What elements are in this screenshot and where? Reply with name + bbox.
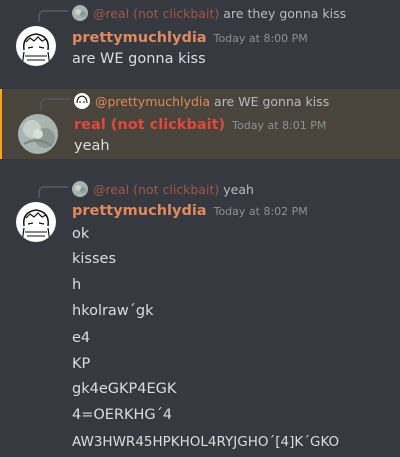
message-1: @real (not clickbait) are they gonna kis… bbox=[0, 0, 400, 80]
message-text: h bbox=[72, 277, 82, 293]
message-header: real (not clickbait) Today at 8:01 PM bbox=[74, 117, 326, 137]
reply-text[interactable]: are WE gonna kiss bbox=[214, 94, 329, 109]
reply-avatar-icon[interactable] bbox=[72, 5, 88, 21]
avatar[interactable] bbox=[18, 114, 58, 154]
avatar[interactable] bbox=[16, 26, 56, 66]
reply-avatar-icon[interactable] bbox=[74, 93, 90, 109]
message-text: 4=OERKHG´4 bbox=[72, 407, 173, 423]
avatar[interactable] bbox=[16, 202, 56, 242]
reply-spine bbox=[38, 186, 68, 198]
reply-preview[interactable]: @real (not clickbait) yeah bbox=[72, 181, 254, 197]
reply-author[interactable]: @prettymuchlydia bbox=[95, 94, 210, 109]
reply-preview[interactable]: @real (not clickbait) are they gonna kis… bbox=[72, 5, 346, 21]
message-2: @prettymuchlydia are WE gonna kiss real … bbox=[0, 89, 400, 159]
reply-text[interactable]: yeah bbox=[223, 182, 254, 197]
reply-author[interactable]: @real (not clickbait) bbox=[93, 182, 219, 197]
message-text: are WE gonna kiss bbox=[72, 51, 206, 67]
reply-author[interactable]: @real (not clickbait) bbox=[93, 6, 219, 21]
reply-spine bbox=[38, 10, 68, 22]
message-text: ok bbox=[72, 226, 90, 242]
message-text: e4 bbox=[72, 330, 91, 346]
message-header: prettymuchlydia Today at 8:00 PM bbox=[72, 30, 308, 50]
timestamp[interactable]: Today at 8:02 PM bbox=[214, 205, 308, 218]
timestamp[interactable]: Today at 8:01 PM bbox=[232, 119, 326, 132]
reply-preview[interactable]: @prettymuchlydia are WE gonna kiss bbox=[74, 93, 329, 109]
message-3: @real (not clickbait) yeah prettymuchlyd… bbox=[0, 176, 400, 457]
reply-avatar-icon[interactable] bbox=[72, 181, 88, 197]
username[interactable]: prettymuchlydia bbox=[72, 30, 207, 46]
username[interactable]: real (not clickbait) bbox=[74, 117, 225, 133]
message-text: KP bbox=[72, 356, 91, 372]
username[interactable]: prettymuchlydia bbox=[72, 203, 207, 219]
timestamp[interactable]: Today at 8:00 PM bbox=[214, 32, 308, 45]
message-header: prettymuchlydia Today at 8:02 PM bbox=[72, 203, 308, 223]
message-text: AW3HWR45HPKHOL4RYJGHO´[4]K´GKO bbox=[72, 434, 340, 450]
message-text: yeah bbox=[74, 138, 110, 154]
message-text: hkolraw´gk bbox=[72, 303, 154, 319]
reply-spine bbox=[40, 98, 70, 110]
message-text: kisses bbox=[72, 251, 117, 267]
message-text: gk4eGKP4EGK bbox=[72, 381, 177, 397]
reply-text[interactable]: are they gonna kiss bbox=[223, 6, 346, 21]
